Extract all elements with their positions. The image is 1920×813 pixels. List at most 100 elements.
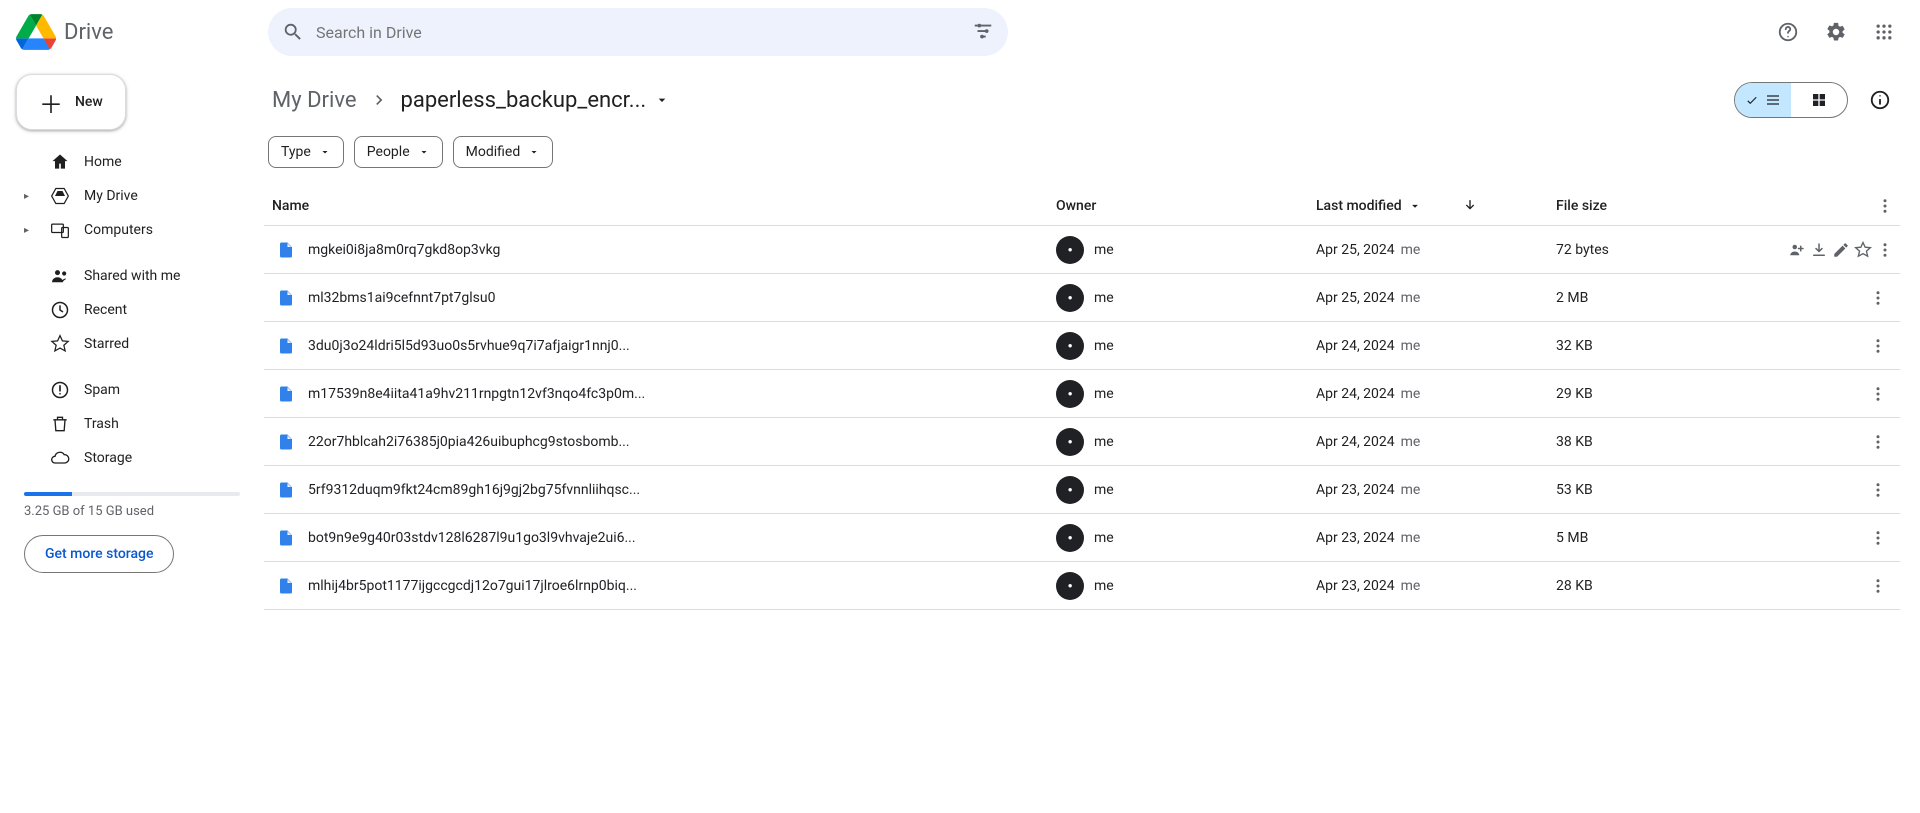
info-icon[interactable] <box>1860 80 1900 120</box>
filter-type[interactable]: Type <box>268 136 344 168</box>
plus-icon: ＋ <box>39 85 63 120</box>
sidebar-item-trash[interactable]: ▸ Trash <box>16 408 248 440</box>
view-toggle <box>1734 82 1848 118</box>
avatar: ● <box>1056 428 1084 456</box>
sidebar-item-label: My Drive <box>84 188 138 204</box>
search-bar[interactable] <box>268 8 1008 56</box>
more-icon[interactable] <box>1862 378 1894 410</box>
chevron-right-icon: ▸ <box>24 225 36 236</box>
arrow-down-icon[interactable] <box>1462 198 1478 214</box>
file-modified: Apr 25, 2024me <box>1316 242 1556 258</box>
cloud-icon <box>50 448 70 468</box>
file-row[interactable]: 3du0j3o24ldri5l5d93uo0s5rvhue9q7i7afjaig… <box>264 322 1900 370</box>
sidebar-item-starred[interactable]: ▸ Starred <box>16 328 248 360</box>
filter-modified[interactable]: Modified <box>453 136 554 168</box>
file-row[interactable]: bot9n9e9g40r03stdv128l6287l9u1go3l9vhvaj… <box>264 514 1900 562</box>
col-name[interactable]: Name <box>264 198 1056 214</box>
chevron-down-icon <box>319 146 331 158</box>
file-owner: ●me <box>1056 428 1316 456</box>
chevron-down-icon <box>528 146 540 158</box>
share-icon[interactable] <box>1788 234 1806 266</box>
file-row[interactable]: m17539n8e4iita41a9hv211rnpgtn12vf3nqo4fc… <box>264 370 1900 418</box>
file-owner: ●me <box>1056 572 1316 600</box>
sidebar: ＋ New ▸ Home▸ My Drive▸ Computers▸ Share… <box>0 64 260 813</box>
file-icon <box>264 433 308 451</box>
file-icon <box>264 577 308 595</box>
file-owner: ●me <box>1056 476 1316 504</box>
file-row[interactable]: mlhij4br5pot1177ijgccgcdj12o7gui17jlroe6… <box>264 562 1900 610</box>
chevron-down-icon <box>654 92 670 108</box>
avatar: ● <box>1056 284 1084 312</box>
sidebar-item-shared-with-me[interactable]: ▸ Shared with me <box>16 260 248 292</box>
logo[interactable]: Drive <box>16 12 260 52</box>
more-icon[interactable] <box>1862 570 1894 602</box>
grid-view-button[interactable] <box>1791 83 1847 117</box>
file-owner: ●me <box>1056 524 1316 552</box>
file-row[interactable]: 22or7hblcah2i76385j0pia426uibuphcg9stosb… <box>264 418 1900 466</box>
list-icon <box>1765 92 1781 108</box>
sidebar-item-label: Trash <box>84 416 119 432</box>
edit-icon[interactable] <box>1832 234 1850 266</box>
get-more-storage-button[interactable]: Get more storage <box>24 535 174 573</box>
filter-icon[interactable] <box>972 21 994 43</box>
file-row[interactable]: mgkei0i8ja8m0rq7gkd8op3vkg ●me Apr 25, 2… <box>264 226 1900 274</box>
apps-icon[interactable] <box>1864 12 1904 52</box>
col-modified[interactable]: Last modified <box>1316 198 1556 214</box>
more-icon[interactable] <box>1876 234 1894 266</box>
main: My Drive paperless_backup_encr... <box>260 64 1920 813</box>
more-icon[interactable] <box>1862 474 1894 506</box>
filter-people[interactable]: People <box>354 136 443 168</box>
file-icon <box>264 481 308 499</box>
avatar: ● <box>1056 236 1084 264</box>
col-more[interactable] <box>1876 197 1900 215</box>
sidebar-item-my-drive[interactable]: ▸ My Drive <box>16 180 248 212</box>
check-icon <box>1745 93 1759 107</box>
sidebar-item-label: Home <box>84 154 122 170</box>
help-icon[interactable] <box>1768 12 1808 52</box>
trash-icon <box>50 414 70 434</box>
sidebar-item-storage[interactable]: ▸ Storage <box>16 442 248 474</box>
settings-icon[interactable] <box>1816 12 1856 52</box>
sidebar-item-label: Starred <box>84 336 129 352</box>
breadcrumb-current[interactable]: paperless_backup_encr... <box>393 82 679 119</box>
new-button[interactable]: ＋ New <box>16 74 126 130</box>
col-owner[interactable]: Owner <box>1056 198 1316 214</box>
avatar: ● <box>1056 332 1084 360</box>
sidebar-item-home[interactable]: ▸ Home <box>16 146 248 178</box>
file-row[interactable]: ml32bms1ai9cefnnt7pt7glsu0 ●me Apr 25, 2… <box>264 274 1900 322</box>
more-icon[interactable] <box>1862 330 1894 362</box>
sidebar-item-recent[interactable]: ▸ Recent <box>16 294 248 326</box>
more-icon[interactable] <box>1862 282 1894 314</box>
file-icon <box>264 529 308 547</box>
col-size[interactable]: File size <box>1556 198 1856 214</box>
chevron-right-icon <box>369 90 389 110</box>
star-icon[interactable] <box>1854 234 1872 266</box>
file-modified: Apr 24, 2024me <box>1316 434 1556 450</box>
new-label: New <box>75 94 103 110</box>
search-input[interactable] <box>316 23 960 42</box>
star-icon <box>50 334 70 354</box>
breadcrumb: My Drive paperless_backup_encr... <box>264 72 1900 128</box>
sidebar-item-label: Storage <box>84 450 132 466</box>
file-icon <box>264 337 308 355</box>
search-icon <box>282 21 304 43</box>
file-icon <box>264 385 308 403</box>
sidebar-item-spam[interactable]: ▸ Spam <box>16 374 248 406</box>
file-modified: Apr 23, 2024me <box>1316 530 1556 546</box>
more-icon[interactable] <box>1862 426 1894 458</box>
more-icon[interactable] <box>1862 522 1894 554</box>
file-name: 22or7hblcah2i76385j0pia426uibuphcg9stosb… <box>308 434 1056 450</box>
breadcrumb-root[interactable]: My Drive <box>264 82 365 119</box>
download-icon[interactable] <box>1810 234 1828 266</box>
grid-icon <box>1811 92 1827 108</box>
file-name: bot9n9e9g40r03stdv128l6287l9u1go3l9vhvaj… <box>308 530 1056 546</box>
list-view-button[interactable] <box>1735 83 1791 117</box>
file-name: mgkei0i8ja8m0rq7gkd8op3vkg <box>308 242 1056 258</box>
sidebar-item-computers[interactable]: ▸ Computers <box>16 214 248 246</box>
file-size: 28 KB <box>1556 578 1856 594</box>
file-row[interactable]: 5rf9312duqm9fkt24cm89gh16j9gj2bg75fvnnli… <box>264 466 1900 514</box>
avatar: ● <box>1056 572 1084 600</box>
file-owner: ●me <box>1056 332 1316 360</box>
file-modified: Apr 24, 2024me <box>1316 386 1556 402</box>
file-size: 2 MB <box>1556 290 1856 306</box>
